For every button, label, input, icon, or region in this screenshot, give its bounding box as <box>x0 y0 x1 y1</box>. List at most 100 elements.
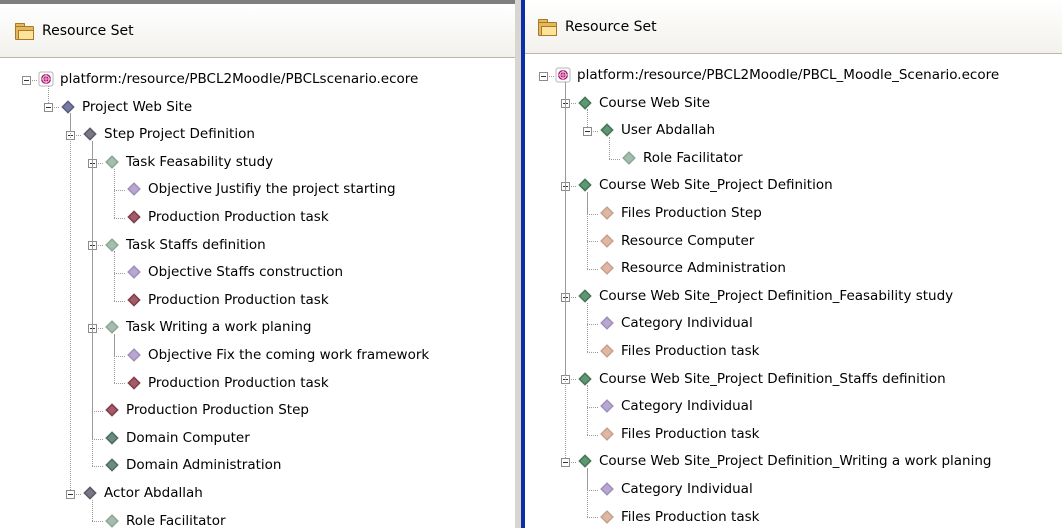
tree-item[interactable]: Resource Computer <box>599 228 754 254</box>
diamond-icon <box>599 343 615 359</box>
tree-item[interactable]: Role Facilitator <box>104 508 226 528</box>
tree-connector <box>609 137 610 159</box>
tree-item[interactable]: Files Production task <box>599 338 759 364</box>
tree-item-label: Course Web Site <box>599 94 711 111</box>
diamond-icon <box>577 95 593 111</box>
collapse-toggle-icon[interactable] <box>583 127 592 136</box>
left-resource-set-pane: Resource Set platform:/resource/PBCL2Moo… <box>0 0 518 528</box>
diamond-icon <box>599 260 615 276</box>
tree-item[interactable]: Production Production task <box>126 204 329 230</box>
tree-item[interactable]: platform:/resource/PBCL2Moodle/PBCLscena… <box>38 66 418 92</box>
tree-item[interactable]: Domain Administration <box>104 452 281 478</box>
tree-item[interactable]: Category Individual <box>599 476 753 502</box>
tree-item[interactable]: User Abdallah <box>599 117 715 143</box>
tree-item-label: Resource Computer <box>621 232 755 249</box>
tree-item[interactable]: Step Project Definition <box>82 121 255 147</box>
tree-connector <box>609 158 620 160</box>
tree-connector <box>114 273 125 274</box>
tree-item-label: Files Production task <box>621 425 760 442</box>
tree-item[interactable]: Course Web Site_Project Definition_Feasa… <box>577 283 953 309</box>
tree-item-label: Role Facilitator <box>126 512 226 528</box>
tree-item-label: Step Project Definition <box>104 126 255 143</box>
diamond-icon <box>577 371 593 387</box>
tree-connector <box>114 300 125 302</box>
tree-item[interactable]: Files Production Step <box>599 200 762 226</box>
tree-item[interactable]: platform:/resource/PBCL2Moodle/PBCL_Mood… <box>555 62 999 88</box>
tree-connector <box>587 489 598 491</box>
tree-item[interactable]: Production Production task <box>126 370 329 396</box>
tree-item[interactable]: Course Web Site <box>577 90 710 116</box>
tree-item[interactable]: Actor Abdallah <box>82 480 203 506</box>
tree-item-label: Task Feasability study <box>126 153 274 170</box>
tree-connector <box>114 251 115 301</box>
tree-item-label: Course Web Site_Project Definition <box>599 177 833 194</box>
tree-item[interactable]: Objective Justifiy the project starting <box>126 176 396 202</box>
diamond-icon <box>599 315 615 331</box>
tree-connector <box>92 141 93 467</box>
tree-item-label: Production Production task <box>148 374 329 391</box>
tree-item-label: Files Production task <box>621 508 760 525</box>
collapse-toggle-icon[interactable] <box>44 103 53 113</box>
tree-connector <box>587 434 598 436</box>
resource-set-folder-icon <box>537 18 557 36</box>
tree-item[interactable]: Task Feasability study <box>104 149 273 175</box>
tree-connector <box>587 302 588 352</box>
tree-item-label: Objective Staffs construction <box>148 264 344 281</box>
tree-connector <box>92 438 103 440</box>
tree-item[interactable]: Resource Administration <box>599 255 786 281</box>
collapse-toggle-icon[interactable] <box>66 489 75 499</box>
tree-item-label: Objective Justifiy the project starting <box>148 181 396 198</box>
diamond-icon <box>126 264 142 280</box>
diamond-icon <box>126 181 142 197</box>
diamond-icon <box>82 485 98 501</box>
tree-item[interactable]: Task Writing a work planing <box>104 314 311 340</box>
collapse-toggle-icon[interactable] <box>22 75 31 85</box>
collapse-toggle-icon[interactable] <box>539 71 548 81</box>
left-pane-header: Resource Set <box>0 4 518 58</box>
diamond-icon <box>104 457 120 473</box>
tree-item[interactable]: Production Production task <box>126 287 329 313</box>
diamond-icon <box>104 237 120 253</box>
tree-connector <box>587 269 598 270</box>
tree-item[interactable]: Project Web Site <box>60 94 192 120</box>
tree-item[interactable]: Category Individual <box>599 393 753 419</box>
tree-item[interactable]: Objective Staffs construction <box>126 259 343 285</box>
right-resource-set-pane: Resource Set platform:/resource/PBCL2Moo… <box>521 0 1062 528</box>
model-resource-icon <box>38 71 54 87</box>
diamond-icon <box>104 402 120 418</box>
tree-connector <box>587 213 598 215</box>
tree-connector <box>114 217 125 219</box>
tree-connector <box>114 190 125 192</box>
diamond-icon <box>60 99 76 115</box>
tree-item[interactable]: Course Web Site_Project Definition_Writi… <box>577 448 991 474</box>
tree-connector <box>587 407 598 408</box>
tree-item[interactable]: Production Production Step <box>104 397 309 423</box>
tree-item[interactable]: Files Production task <box>599 504 759 528</box>
tree-item-label: platform:/resource/PBCL2Moodle/PBCL_Mood… <box>577 67 1000 83</box>
tree-connector <box>587 468 588 518</box>
tree-item[interactable]: Domain Computer <box>104 425 250 451</box>
diamond-icon <box>599 233 615 249</box>
tree-item[interactable]: Course Web Site_Project Definition_Staff… <box>577 366 946 392</box>
tree-item[interactable]: Category Individual <box>599 310 753 336</box>
diamond-icon <box>577 453 593 469</box>
tree-connector <box>92 499 93 522</box>
collapse-toggle-icon[interactable] <box>561 458 570 468</box>
tree-item-label: Course Web Site_Project Definition_Staff… <box>599 370 946 387</box>
diamond-icon <box>82 126 98 142</box>
diamond-icon <box>126 292 142 308</box>
tree-item-label: Category Individual <box>621 315 753 332</box>
tree-connector <box>92 411 103 412</box>
tree-connector <box>587 385 588 435</box>
tree-item[interactable]: Files Production task <box>599 421 759 447</box>
tree-item-label: Task Writing a work planing <box>126 319 312 336</box>
tree-item[interactable]: Course Web Site_Project Definition <box>577 172 833 198</box>
tree-item[interactable]: Objective Fix the coming work framework <box>126 342 429 368</box>
tree-item[interactable]: Role Facilitator <box>621 145 743 171</box>
diamond-icon <box>104 513 120 528</box>
tree-item-label: Category Individual <box>621 398 753 415</box>
tree-item[interactable]: Task Staffs definition <box>104 232 266 258</box>
tree-connector <box>587 241 598 243</box>
tree-item-label: Course Web Site_Project Definition_Writi… <box>599 453 992 470</box>
diamond-icon <box>104 319 120 335</box>
